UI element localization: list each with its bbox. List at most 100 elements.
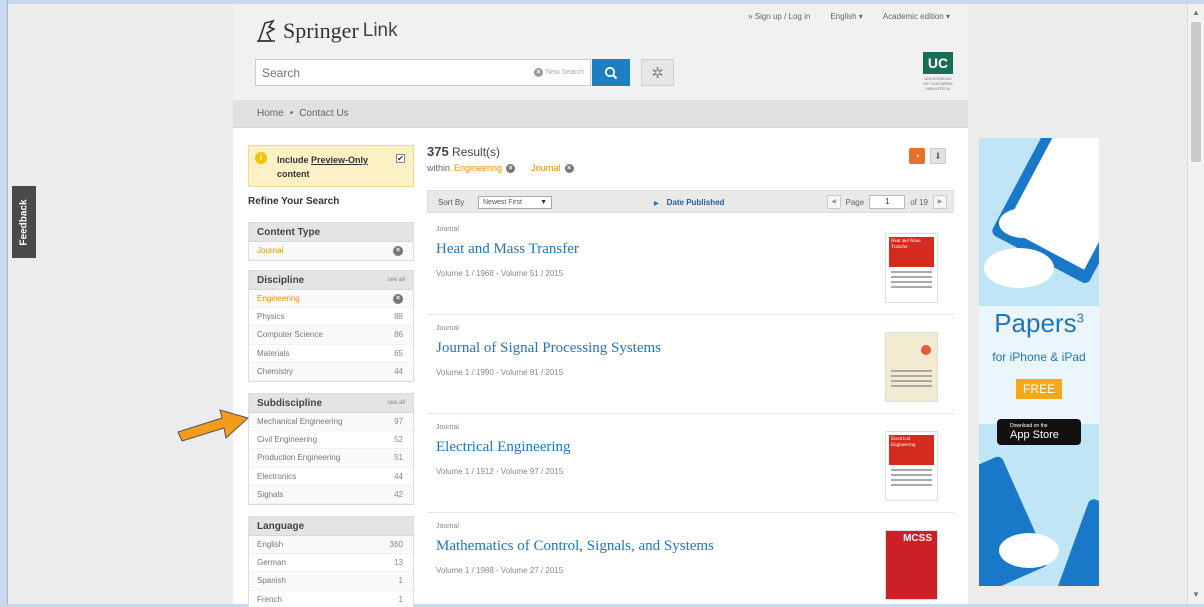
facet-discipline: Discipline see all Engineering × Physics 88… — [248, 270, 414, 382]
facet-language: Language English 360 German 13 Spanish 1 Fr… — [248, 516, 414, 607]
contact-us-link[interactable]: Contact Us — [299, 108, 348, 119]
annotation-arrow-icon — [177, 409, 250, 442]
remove-filter-icon[interactable]: × — [506, 163, 516, 173]
facet-item-journal[interactable]: Journal × — [249, 242, 413, 261]
result-item: Journal Electrical Engineering Volume 1 … — [427, 414, 954, 513]
result-volumes: Volume 1 / 1912 - Volume 97 / 2015 — [436, 467, 564, 476]
edition-selector[interactable]: Academic edition ▾ — [883, 12, 950, 21]
new-search-button[interactable]: × New Search — [533, 68, 584, 77]
breadcrumb-separator: • — [289, 108, 294, 119]
preview-only-label: Include Preview-Only content — [277, 155, 369, 179]
result-title[interactable]: Electrical Engineering — [436, 439, 571, 456]
ad-title: Papers3 — [994, 308, 1084, 338]
preview-only-checkbox[interactable]: ✔ — [396, 154, 405, 163]
facet-item-physics[interactable]: Physics 88 — [249, 308, 413, 327]
language-selector[interactable]: English ▾ — [830, 12, 862, 21]
facet-item-mechanical-engineering[interactable]: Mechanical Engineering 97 — [249, 413, 413, 432]
result-item: Journal Heat and Mass Transfer Volume 1 … — [427, 216, 954, 315]
app-store-button[interactable]: Download on the App Store — [997, 419, 1081, 445]
facet-item-electronics[interactable]: Electronics 44 — [249, 467, 413, 486]
facet-item-chemistry[interactable]: Chemistry 44 — [249, 362, 413, 381]
facet-header: Content Type — [249, 223, 413, 242]
see-all-link[interactable]: see all — [388, 400, 405, 406]
cover-title: Heat and Mass Transfer — [889, 237, 934, 267]
chevron-down-icon: ▼ — [540, 199, 547, 206]
filter-journal[interactable]: Journal — [531, 163, 561, 173]
preview-only-link[interactable]: Preview-Only — [311, 155, 368, 165]
facet-item-production-engineering[interactable]: Production Engineering 51 — [249, 449, 413, 468]
facet-item-german[interactable]: German 13 — [249, 554, 413, 573]
facet-item-computer-science[interactable]: Computer Science 86 — [249, 326, 413, 345]
remove-filter-icon[interactable]: × — [564, 163, 574, 173]
preview-only-toggle[interactable]: i Include Preview-Only content ✔ — [248, 145, 414, 187]
facet-item-materials[interactable]: Materials 65 — [249, 344, 413, 363]
result-title[interactable]: Heat and Mass Transfer — [436, 241, 579, 258]
search-button[interactable] — [592, 59, 630, 86]
result-title[interactable]: Journal of Signal Processing Systems — [436, 340, 661, 357]
brand-name: Springer — [283, 18, 359, 43]
scrollbar-thumb[interactable] — [1191, 22, 1201, 162]
scroll-down-icon[interactable]: ▼ — [1192, 590, 1200, 599]
result-kind: Journal — [436, 325, 459, 332]
breadcrumb-bar: Home • Contact Us — [233, 100, 968, 128]
pagination: ◀ Page 1 of 19 ▶ — [826, 195, 947, 209]
springer-horse-icon — [257, 19, 276, 42]
journal-cover[interactable]: MCSS — [885, 530, 938, 600]
page-scrollbar[interactable]: ▲ ▼ — [1187, 4, 1204, 604]
home-link[interactable]: Home — [257, 108, 284, 119]
facet-item-engineering[interactable]: Engineering × — [249, 290, 413, 309]
springerlink-logo[interactable]: Springer Link — [255, 18, 398, 44]
papers-app-ad[interactable]: Papers3 for iPhone & iPad FREE Download … — [979, 138, 1099, 586]
sign-up-login-link[interactable]: » Sign up / Log in — [748, 12, 810, 21]
header: Springer Link » Sign up / Log in English… — [233, 4, 968, 128]
facet-header: Subdiscipline see all — [249, 394, 413, 413]
scroll-up-icon[interactable]: ▲ — [1192, 8, 1200, 17]
new-search-label: New Search — [545, 69, 584, 76]
facet-title: Language — [257, 520, 305, 532]
refine-title: Refine Your Search — [248, 196, 340, 207]
institution-logo-sub: UNIVERSIDAD DE CANTABRIA BIBLIOTECA — [923, 76, 953, 91]
facet-item-spanish[interactable]: Spanish 1 — [249, 572, 413, 591]
download-icon[interactable]: ⬇ — [930, 148, 946, 164]
feedback-tab[interactable]: Feedback — [12, 186, 36, 258]
result-kind: Journal — [436, 226, 459, 233]
institution-logo: UC UNIVERSIDAD DE CANTABRIA BIBLIOTECA — [923, 52, 953, 91]
sort-select[interactable]: Newest First ▼ — [478, 196, 552, 209]
next-page-button[interactable]: ▶ — [933, 195, 947, 209]
filter-engineering[interactable]: Engineering — [454, 163, 502, 173]
facet-item-signals[interactable]: Signals 42 — [249, 485, 413, 504]
cover-title: Electrical Engineering — [889, 435, 934, 465]
page-label: Page — [845, 197, 865, 207]
journal-cover[interactable]: Electrical Engineering — [885, 431, 938, 501]
date-published-filter[interactable]: Date Published — [654, 198, 725, 207]
result-title[interactable]: Mathematics of Control, Signals, and Sys… — [436, 538, 714, 555]
rss-icon[interactable]: ◔ — [909, 148, 925, 164]
facet-subdiscipline: Subdiscipline see all Mechanical Engineer… — [248, 393, 414, 505]
within-label: within — [427, 163, 451, 173]
facet-title: Subdiscipline — [257, 397, 323, 409]
prev-page-button[interactable]: ◀ — [826, 195, 841, 209]
result-volumes: Volume 1 / 1990 - Volume 81 / 2015 — [436, 368, 564, 377]
app-store-label: App Store — [1010, 429, 1059, 441]
search-box: × New Search — [255, 59, 591, 86]
search-input[interactable] — [262, 66, 502, 80]
gear-icon: ✲ — [651, 64, 664, 82]
journal-cover[interactable]: Heat and Mass Transfer — [885, 233, 938, 303]
facet-item-civil-engineering[interactable]: Civil Engineering 52 — [249, 431, 413, 450]
brand-suffix: Link — [362, 20, 398, 41]
ad-free-badge: FREE — [1016, 379, 1062, 399]
remove-filter-icon[interactable]: × — [393, 293, 403, 304]
ad-subtitle: for iPhone & iPad — [992, 350, 1086, 364]
result-item: Journal Mathematics of Control, Signals,… — [427, 513, 954, 607]
springer-page: Springer Link » Sign up / Log in English… — [233, 4, 968, 607]
sort-bar: Sort By Newest First▼ Date Published ◀ P… — [427, 190, 954, 213]
remove-filter-icon[interactable]: × — [393, 245, 403, 256]
page-number-input[interactable]: 1 — [869, 195, 906, 209]
journal-cover[interactable] — [885, 332, 938, 402]
facet-item-english[interactable]: English 360 — [249, 536, 413, 555]
sort-by-label: Sort By — [438, 198, 465, 207]
facet-item-french[interactable]: French 1 — [249, 590, 413, 607]
search-options-button[interactable]: ✲ — [641, 59, 674, 86]
clear-icon: × — [533, 68, 543, 77]
see-all-link[interactable]: see all — [388, 277, 405, 283]
